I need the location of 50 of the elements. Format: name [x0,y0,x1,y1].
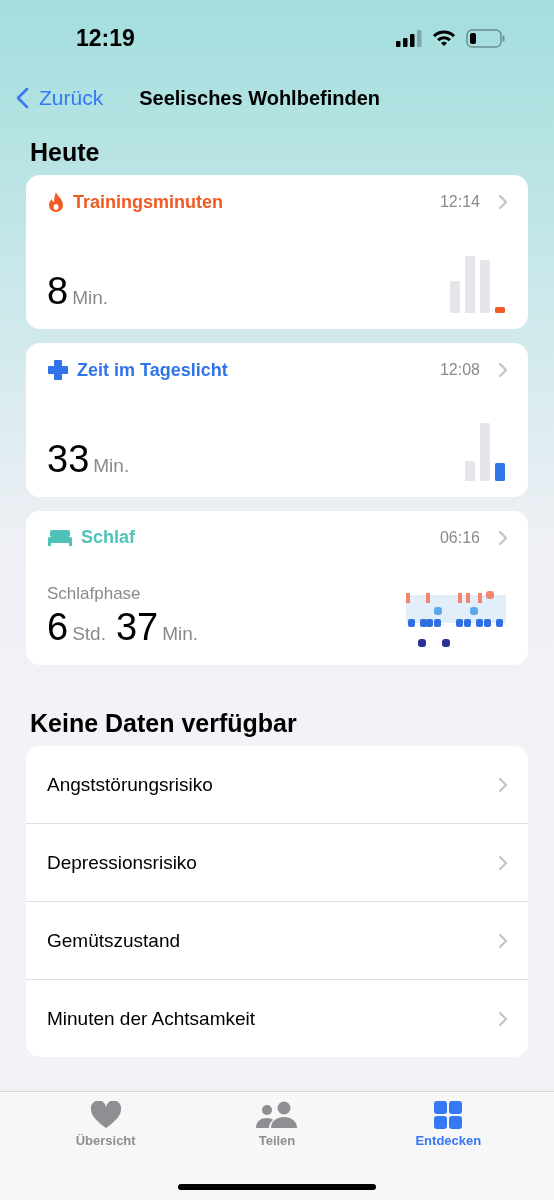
metric-value: 6 [47,606,69,649]
card-title: Trainingsminuten [73,191,224,213]
list-item-label: Angststörungsrisiko [47,773,213,796]
card-time: 12:14 [439,193,480,211]
metric-unit: Min. [72,287,109,309]
grid-icon [434,1101,463,1129]
bed-icon [47,528,73,547]
tab[interactable]: Entdecken [383,1100,514,1149]
metric-unit: Min. [93,455,130,477]
metric-card[interactable]: Zeit im Tageslicht 12:08 33 Min. [26,343,528,497]
metric-value: 37 [115,606,159,649]
chevron-left-icon [16,87,29,109]
metric-unit: Std. [72,623,106,645]
signal-icon [396,29,422,47]
people-icon [256,1101,298,1129]
section-heading: Heute [29,137,101,168]
metric-card[interactable]: Trainingsminuten 12:14 8 Min. [26,175,528,329]
metric-value: 33 [47,438,90,481]
chevron-icon [498,932,508,949]
battery-icon [466,28,506,48]
flame-icon [47,191,65,213]
list-item[interactable]: Depressionsrisiko [26,823,528,901]
list-item-label: Gemütszustand [47,929,181,952]
list-item[interactable]: Gemütszustand [26,901,528,979]
chevron-icon [498,362,508,378]
page-title: Seelisches Wohlbefinden [139,86,380,110]
chevron-icon [498,776,508,793]
card-title: Zeit im Tageslicht [77,359,229,381]
chevron-icon [498,529,508,546]
bar-chart-drawing [463,421,508,481]
metric-value: 8 [47,270,69,313]
section-heading: Keine Daten verfügbar [29,708,298,739]
wifi-icon [432,29,456,47]
chevron-icon [498,194,508,210]
metric-unit: Min. [162,623,199,645]
chevron-icon [498,1010,508,1027]
list-item-label: Minuten der Achtsamkeit [47,1007,256,1030]
list-item[interactable]: Minuten der Achtsamkeit [26,979,528,1057]
chevron-icon [498,854,508,871]
status-time: 12:19 [76,24,135,52]
card-time: 12:08 [439,361,480,379]
list-item[interactable]: Angststörungsrisiko [26,746,528,823]
card-subtitle: Schlafphase [47,584,142,604]
heart-icon [89,1101,122,1129]
card-title: Schlaf [81,527,137,548]
plus-icon [47,359,69,381]
card-time: 06:16 [439,528,480,547]
list-item-label: Depressionsrisiko [47,851,197,874]
metric-card[interactable]: Schlaf 06:16 Schlafphase 6 Std. 37 Min. [26,511,528,665]
bar-chart-drawing [448,253,508,313]
